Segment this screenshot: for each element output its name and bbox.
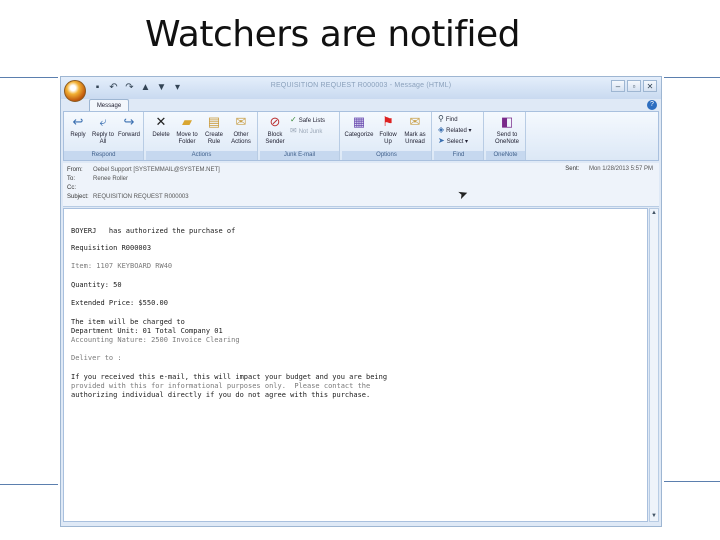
divider-line xyxy=(0,484,58,485)
slide-title: Watchers are notified xyxy=(145,14,521,55)
group-label: Respond xyxy=(64,151,143,160)
envelope-icon: ✉ xyxy=(235,114,247,129)
onenote-group: ◧ Send to OneNote OneNote xyxy=(486,112,526,160)
group-label: Actions xyxy=(146,151,257,160)
not-junk-icon: ✉ xyxy=(290,126,297,135)
minimize-button[interactable]: – xyxy=(611,80,625,92)
outlook-message-window: ▪ ↶ ↷ ▲ ▼ ▾ REQUISITION REQUEST R000003 … xyxy=(60,76,662,527)
onenote-icon: ◧ xyxy=(500,114,514,129)
subject-label: Subject: xyxy=(67,194,89,200)
group-label: Options xyxy=(342,151,431,160)
cc-label: Cc: xyxy=(67,185,76,191)
window-controls: – ▫ ✕ xyxy=(611,80,657,92)
body-line: Extended Price: $550.00 xyxy=(71,299,168,307)
office-button[interactable] xyxy=(64,80,86,102)
subject-value: REQUISITION REQUEST R000003 xyxy=(93,194,189,200)
move-to-folder-button[interactable]: ▰ Move to Folder xyxy=(174,114,200,146)
not-junk-button[interactable]: ✉ Not Junk xyxy=(290,126,322,137)
follow-up-button[interactable]: ⚑ Follow Up xyxy=(375,114,401,146)
vertical-scrollbar[interactable]: ▲ ▼ xyxy=(649,208,659,522)
junk-email-group: ⊘ Block Sender ✓ Safe Lists ✉ Not Junk Jun… xyxy=(260,112,340,160)
ribbon: ↩ Reply ⤶ Reply to All ↪ Forward Respond… xyxy=(63,111,659,161)
forward-icon: ↪ xyxy=(123,114,135,129)
body-line: provided with this for informational pur… xyxy=(71,382,371,390)
body-line: Department Unit: 01 Total Company 01 xyxy=(71,327,223,335)
from-value[interactable]: Oebel Support [SYSTEMMAIL@SYSTEM.NET] xyxy=(93,166,220,175)
related-button[interactable]: ◈ Related ▾ xyxy=(438,125,472,136)
find-group: ⚲ Find ◈ Related ▾ ➤ Select ▾ Find xyxy=(434,112,484,160)
block-sender-icon: ⊘ xyxy=(269,114,281,129)
help-icon[interactable]: ? xyxy=(647,100,657,110)
mark-unread-icon: ✉ xyxy=(409,114,421,129)
reply-all-icon: ⤶ xyxy=(99,114,107,129)
divider-line xyxy=(0,77,58,78)
folder-icon: ▰ xyxy=(182,114,192,129)
actions-group: ✕ Delete ▰ Move to Folder ▤ Create Rule … xyxy=(146,112,258,160)
find-button[interactable]: ⚲ Find xyxy=(438,114,458,125)
body-line: Deliver to : xyxy=(71,354,122,362)
message-body[interactable]: BOYERJ has authorized the purchase of Re… xyxy=(63,208,648,522)
body-line: authorizing individual directly if you d… xyxy=(71,391,371,399)
ribbon-tabs: Message ? xyxy=(61,99,661,112)
group-label: OneNote xyxy=(486,151,525,160)
forward-button[interactable]: ↪ Forward xyxy=(116,114,142,139)
other-actions-button[interactable]: ✉ Other Actions xyxy=(228,114,254,146)
to-value[interactable]: Renee Roller xyxy=(93,175,128,184)
body-line: If you received this e-mail, this will i… xyxy=(71,373,388,381)
sent-label: Sent: xyxy=(565,166,580,172)
body-line: Quantity: 50 xyxy=(71,281,122,289)
body-line: BOYERJ has authorized the purchase of xyxy=(71,227,236,235)
body-line: Accounting Nature: 2500 Invoice Clearing xyxy=(71,336,240,344)
divider-line xyxy=(664,77,720,78)
respond-group: ↩ Reply ⤶ Reply to All ↪ Forward Respond xyxy=(64,112,144,160)
delete-button[interactable]: ✕ Delete xyxy=(148,114,174,139)
body-line: Requisition R000003 xyxy=(71,244,152,252)
rule-icon: ▤ xyxy=(207,114,221,129)
binoculars-icon: ⚲ xyxy=(438,114,444,123)
group-label: Junk E-mail xyxy=(260,151,339,160)
title-bar: ▪ ↶ ↷ ▲ ▼ ▾ REQUISITION REQUEST R000003 … xyxy=(61,77,661,102)
block-sender-button[interactable]: ⊘ Block Sender xyxy=(262,114,288,146)
reply-all-button[interactable]: ⤶ Reply to All xyxy=(90,114,116,146)
categorize-button[interactable]: ▦ Categorize xyxy=(344,114,374,139)
categorize-icon: ▦ xyxy=(352,114,366,129)
group-label: Find xyxy=(434,151,483,160)
scroll-up-icon[interactable]: ▲ xyxy=(650,209,658,218)
reply-icon: ↩ xyxy=(72,114,84,129)
close-button[interactable]: ✕ xyxy=(643,80,657,92)
scroll-down-icon[interactable]: ▼ xyxy=(650,512,658,521)
message-header: From: Oebel Support [SYSTEMMAIL@SYSTEM.N… xyxy=(63,163,659,207)
from-label: From: xyxy=(67,167,83,173)
select-icon: ➤ xyxy=(438,136,445,145)
window-title: REQUISITION REQUEST R000003 - Message (H… xyxy=(270,82,452,89)
options-group: ▦ Categorize ⚑ Follow Up ✉ Mark as Unrea… xyxy=(342,112,432,160)
body-line: The item will be charged to xyxy=(71,318,185,326)
sent-row: Sent: Mon 1/28/2013 5:57 PM xyxy=(565,166,653,172)
flag-icon: ⚑ xyxy=(382,114,394,129)
mark-unread-button[interactable]: ✉ Mark as Unread xyxy=(402,114,428,146)
sent-value: Mon 1/28/2013 5:57 PM xyxy=(588,166,653,172)
body-line: Item: 1107 KEYBOARD RW40 xyxy=(71,262,173,270)
to-label: To: xyxy=(67,176,76,182)
send-to-onenote-button[interactable]: ◧ Send to OneNote xyxy=(492,114,522,146)
create-rule-button[interactable]: ▤ Create Rule xyxy=(201,114,227,146)
delete-icon: ✕ xyxy=(155,114,167,129)
safe-lists-button[interactable]: ✓ Safe Lists xyxy=(290,115,325,126)
select-button[interactable]: ➤ Select ▾ xyxy=(438,136,468,147)
related-icon: ◈ xyxy=(438,125,445,134)
safe-lists-icon: ✓ xyxy=(290,115,297,124)
maximize-button[interactable]: ▫ xyxy=(627,80,641,92)
divider-line xyxy=(664,481,720,482)
reply-button[interactable]: ↩ Reply xyxy=(65,114,91,139)
